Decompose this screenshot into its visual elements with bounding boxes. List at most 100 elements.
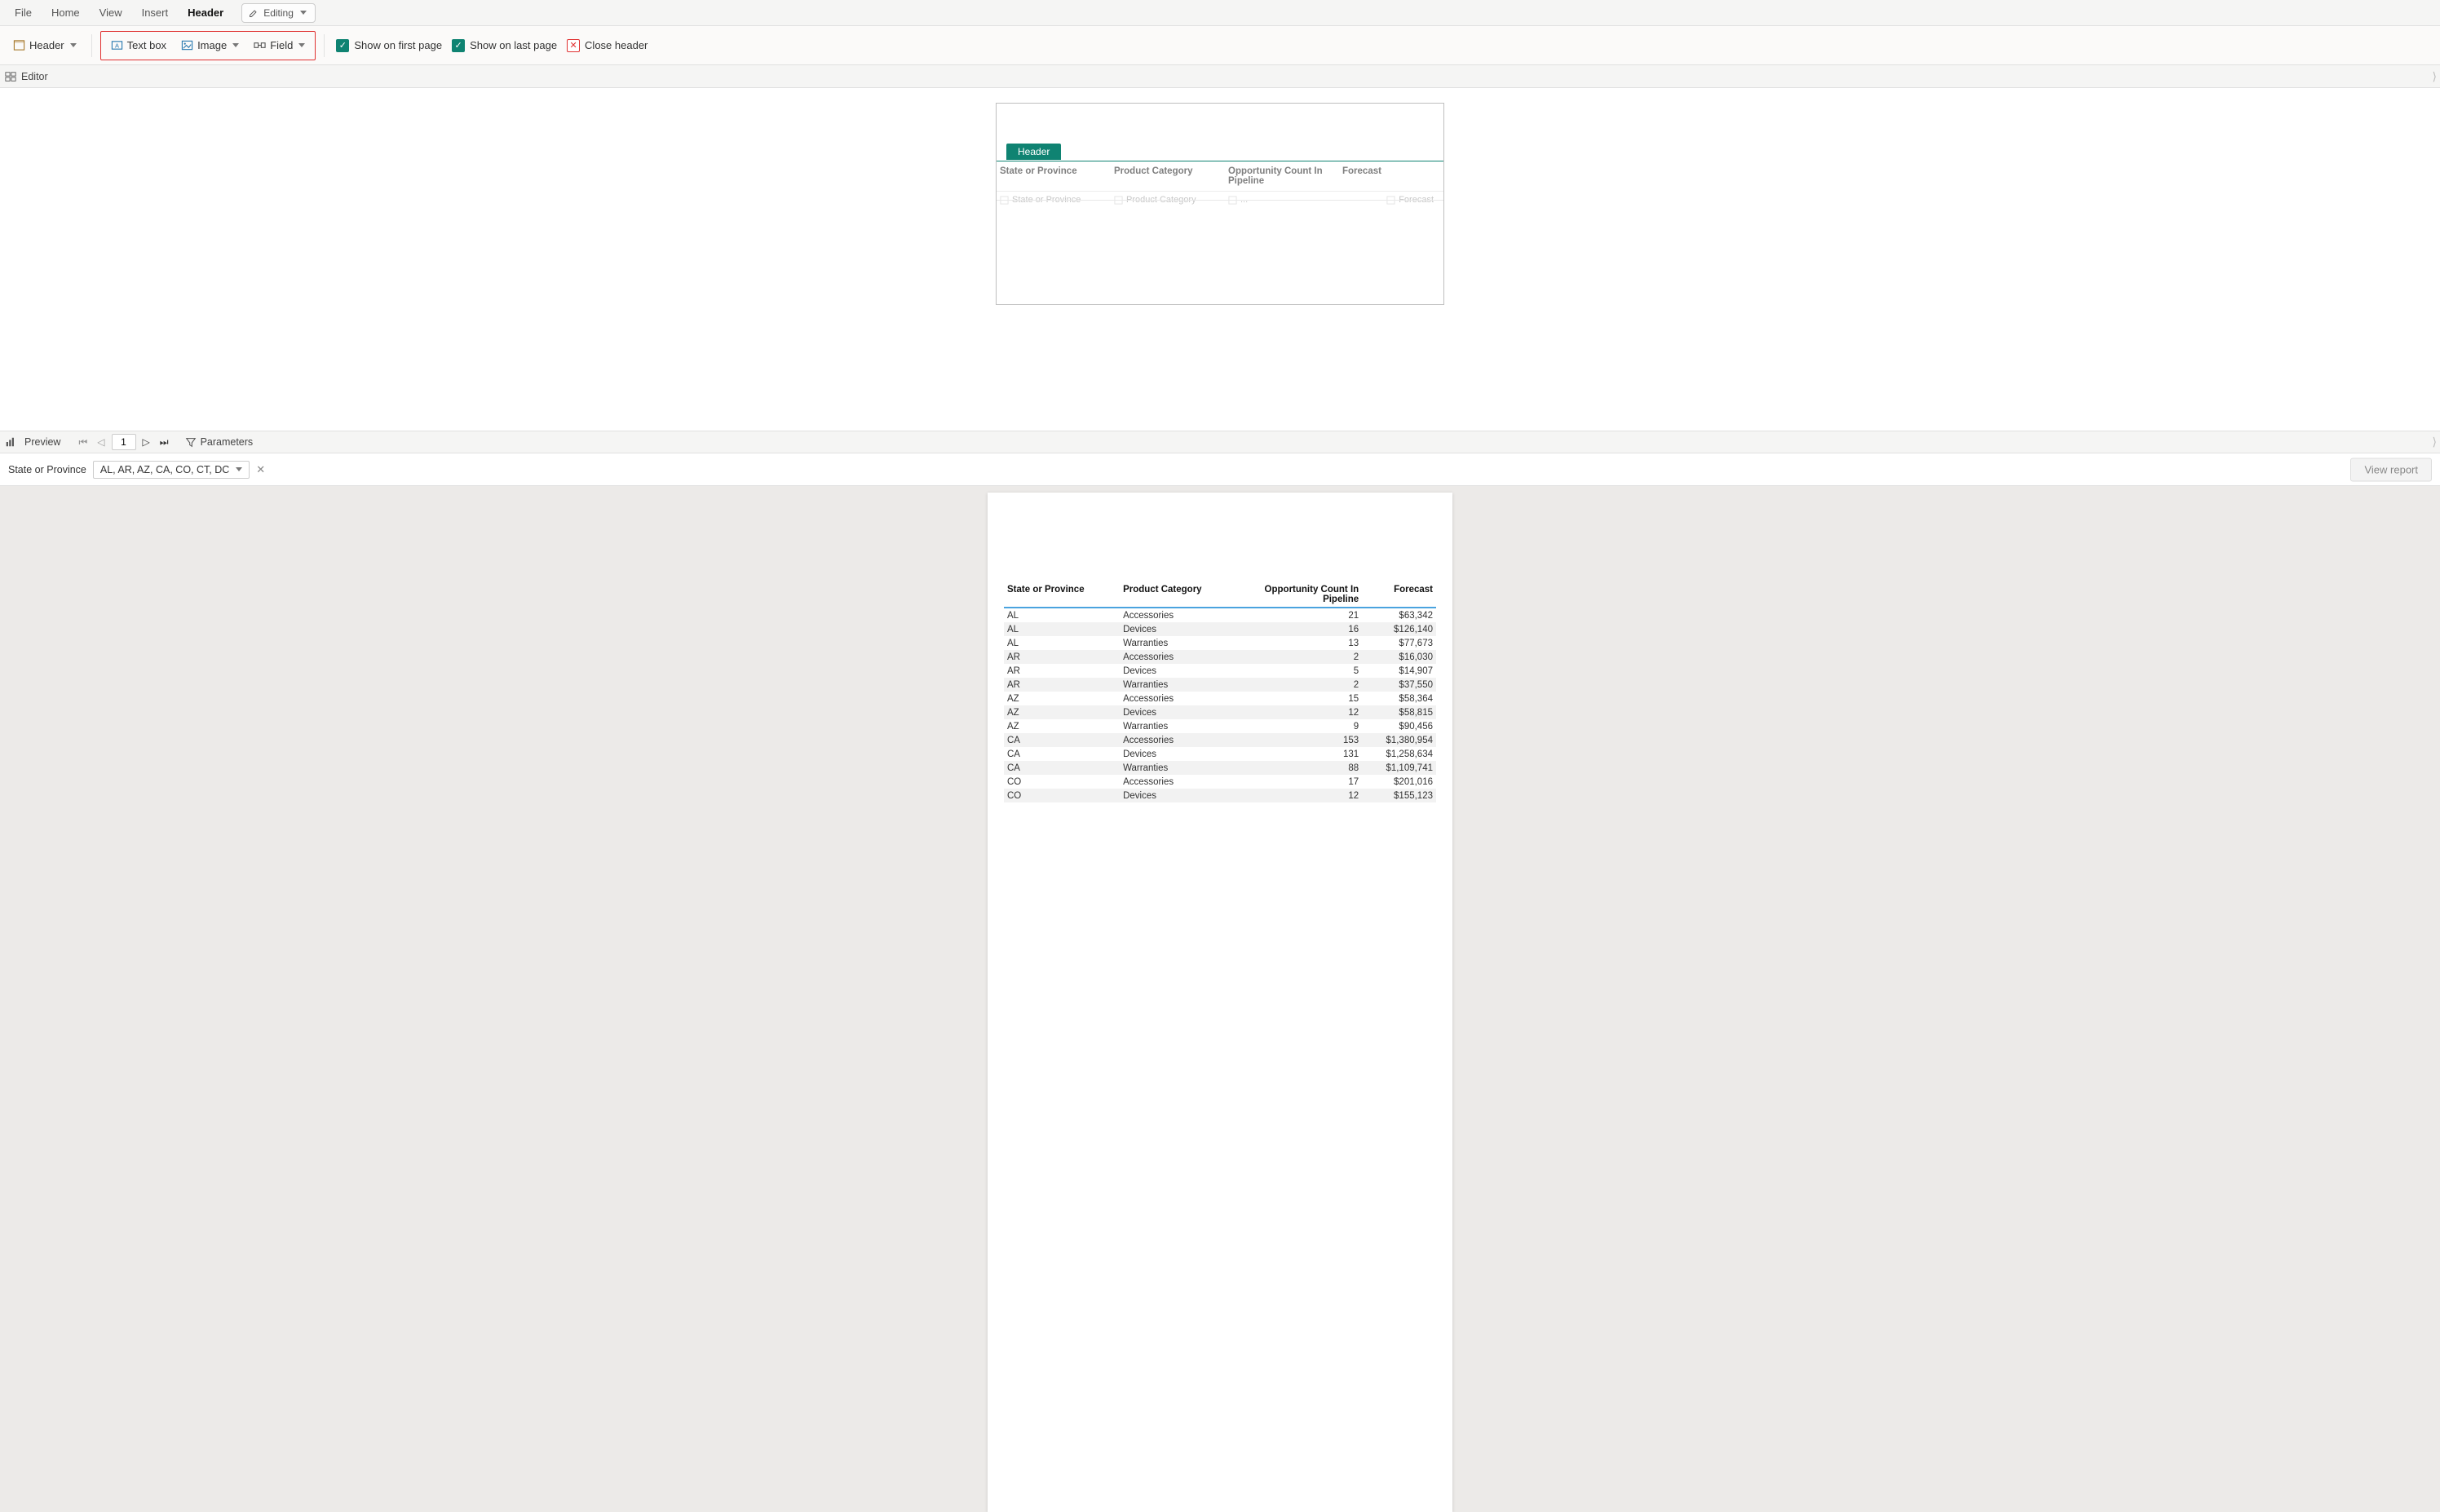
table-cell: $155,123: [1362, 789, 1436, 802]
design-header-zone: Header State or Province Product Categor…: [997, 161, 1443, 208]
header-button-label: Header: [29, 39, 64, 51]
table-cell: CA: [1004, 761, 1120, 775]
preview-page: State or Province Product Category Oppor…: [988, 493, 1452, 1512]
design-col-header[interactable]: State or Province: [997, 161, 1111, 191]
textbox-icon: A: [111, 39, 123, 51]
table-row: ARAccessories2$16,030: [1004, 650, 1436, 664]
preview-section-bar: Preview ⏮ ◁ ▷ ⏭ Parameters ⟩: [0, 431, 2440, 453]
pencil-icon: [249, 8, 259, 18]
show-last-page-toggle[interactable]: ✓ Show on last page: [452, 39, 557, 52]
parameters-label: Parameters: [201, 436, 254, 448]
parameter-filter-row: State or Province AL, AR, AZ, CA, CO, CT…: [0, 453, 2440, 486]
table-row: AZDevices12$58,815: [1004, 705, 1436, 719]
preview-header-space: [1004, 517, 1436, 582]
menu-tab-view[interactable]: View: [90, 0, 132, 25]
table-cell: 153: [1238, 733, 1362, 747]
table-cell: AR: [1004, 664, 1120, 678]
checkbox-checked-icon: ✓: [336, 39, 349, 52]
textbox-button[interactable]: A Text box: [104, 33, 173, 58]
parameters-button[interactable]: Parameters: [185, 436, 254, 448]
menu-tab-file[interactable]: File: [5, 0, 42, 25]
design-col-header[interactable]: Forecast: [1339, 161, 1437, 191]
ribbon-separator: [324, 34, 325, 57]
menu-tab-insert[interactable]: Insert: [132, 0, 179, 25]
table-cell: 12: [1238, 789, 1362, 802]
table-cell: Devices: [1120, 789, 1238, 802]
table-cell: AL: [1004, 608, 1120, 622]
table-cell: $90,456: [1362, 719, 1436, 733]
table-row: CODevices12$155,123: [1004, 789, 1436, 802]
chevron-down-icon: [300, 11, 307, 15]
report-header-row: State or Province Product Category Oppor…: [1004, 582, 1436, 608]
editor-canvas[interactable]: Header State or Province Product Categor…: [0, 88, 2440, 431]
first-page-button[interactable]: ⏮: [75, 436, 91, 449]
table-row: AZAccessories15$58,364: [1004, 692, 1436, 705]
image-dropdown-button[interactable]: Image: [175, 33, 245, 58]
chevron-down-icon: [70, 43, 77, 47]
table-cell: AZ: [1004, 719, 1120, 733]
expand-panel-icon[interactable]: ⟩: [2433, 69, 2437, 83]
table-cell: 9: [1238, 719, 1362, 733]
image-button-label: Image: [197, 39, 227, 51]
report-table: State or Province Product Category Oppor…: [1004, 582, 1436, 802]
close-header-button[interactable]: ✕ Close header: [567, 39, 648, 52]
menu-tab-home[interactable]: Home: [42, 0, 90, 25]
table-cell: 131: [1238, 747, 1362, 761]
chevron-down-icon: [236, 467, 242, 471]
next-page-button[interactable]: ▷: [139, 436, 153, 448]
table-cell: Accessories: [1120, 692, 1238, 705]
table-cell: $37,550: [1362, 678, 1436, 692]
preview-title: Preview: [24, 436, 60, 448]
filter-label: State or Province: [8, 464, 86, 475]
last-page-button[interactable]: ⏭: [157, 436, 172, 449]
table-cell: Accessories: [1120, 650, 1238, 664]
table-row: ALDevices16$126,140: [1004, 622, 1436, 636]
field-icon: [254, 39, 266, 51]
table-cell: 17: [1238, 775, 1362, 789]
report-header-cell: Forecast: [1362, 582, 1436, 608]
table-cell: AL: [1004, 636, 1120, 650]
textbox-button-label: Text box: [127, 39, 166, 51]
header-icon: [13, 39, 25, 51]
table-cell: $77,673: [1362, 636, 1436, 650]
state-filter-dropdown[interactable]: AL, AR, AZ, CA, CO, CT, DC: [93, 461, 250, 479]
table-row: CAAccessories153$1,380,954: [1004, 733, 1436, 747]
table-cell: 5: [1238, 664, 1362, 678]
insert-group-highlight: A Text box Image Field: [100, 31, 316, 60]
header-dropdown-button[interactable]: Header: [7, 33, 83, 58]
close-icon: ✕: [567, 39, 580, 52]
clear-filter-button[interactable]: ✕: [256, 463, 265, 476]
table-cell: 2: [1238, 678, 1362, 692]
field-dropdown-button[interactable]: Field: [247, 33, 312, 58]
table-cell: $201,016: [1362, 775, 1436, 789]
view-report-button[interactable]: View report: [2350, 458, 2432, 481]
table-cell: CA: [1004, 733, 1120, 747]
table-cell: Devices: [1120, 705, 1238, 719]
menu-tab-header[interactable]: Header: [178, 0, 233, 25]
table-cell: Accessories: [1120, 608, 1238, 622]
chevron-down-icon: [298, 43, 305, 47]
table-cell: CA: [1004, 747, 1120, 761]
table-cell: 2: [1238, 650, 1362, 664]
ribbon-header: Header A Text box Image Field ✓ Show: [0, 26, 2440, 65]
expand-panel-icon[interactable]: ⟩: [2433, 435, 2437, 449]
table-row: AZWarranties9$90,456: [1004, 719, 1436, 733]
design-page[interactable]: Header State or Province Product Categor…: [996, 103, 1444, 305]
table-cell: Devices: [1120, 664, 1238, 678]
table-cell: 21: [1238, 608, 1362, 622]
page-number-input[interactable]: [112, 434, 136, 450]
table-cell: $63,342: [1362, 608, 1436, 622]
table-row: ARDevices5$14,907: [1004, 664, 1436, 678]
field-button-label: Field: [270, 39, 293, 51]
table-cell: Warranties: [1120, 636, 1238, 650]
table-cell: 16: [1238, 622, 1362, 636]
design-col-header[interactable]: Opportunity Count In Pipeline: [1225, 161, 1339, 191]
preview-canvas[interactable]: State or Province Product Category Oppor…: [0, 486, 2440, 1512]
design-col-header[interactable]: Product Category: [1111, 161, 1225, 191]
prev-page-button[interactable]: ◁: [94, 436, 108, 448]
filter-value: AL, AR, AZ, CA, CO, CT, DC: [100, 464, 229, 475]
show-first-page-toggle[interactable]: ✓ Show on first page: [336, 39, 442, 52]
editing-mode-dropdown[interactable]: Editing: [241, 3, 316, 23]
table-cell: $16,030: [1362, 650, 1436, 664]
header-zone-tab[interactable]: Header: [1006, 144, 1061, 160]
